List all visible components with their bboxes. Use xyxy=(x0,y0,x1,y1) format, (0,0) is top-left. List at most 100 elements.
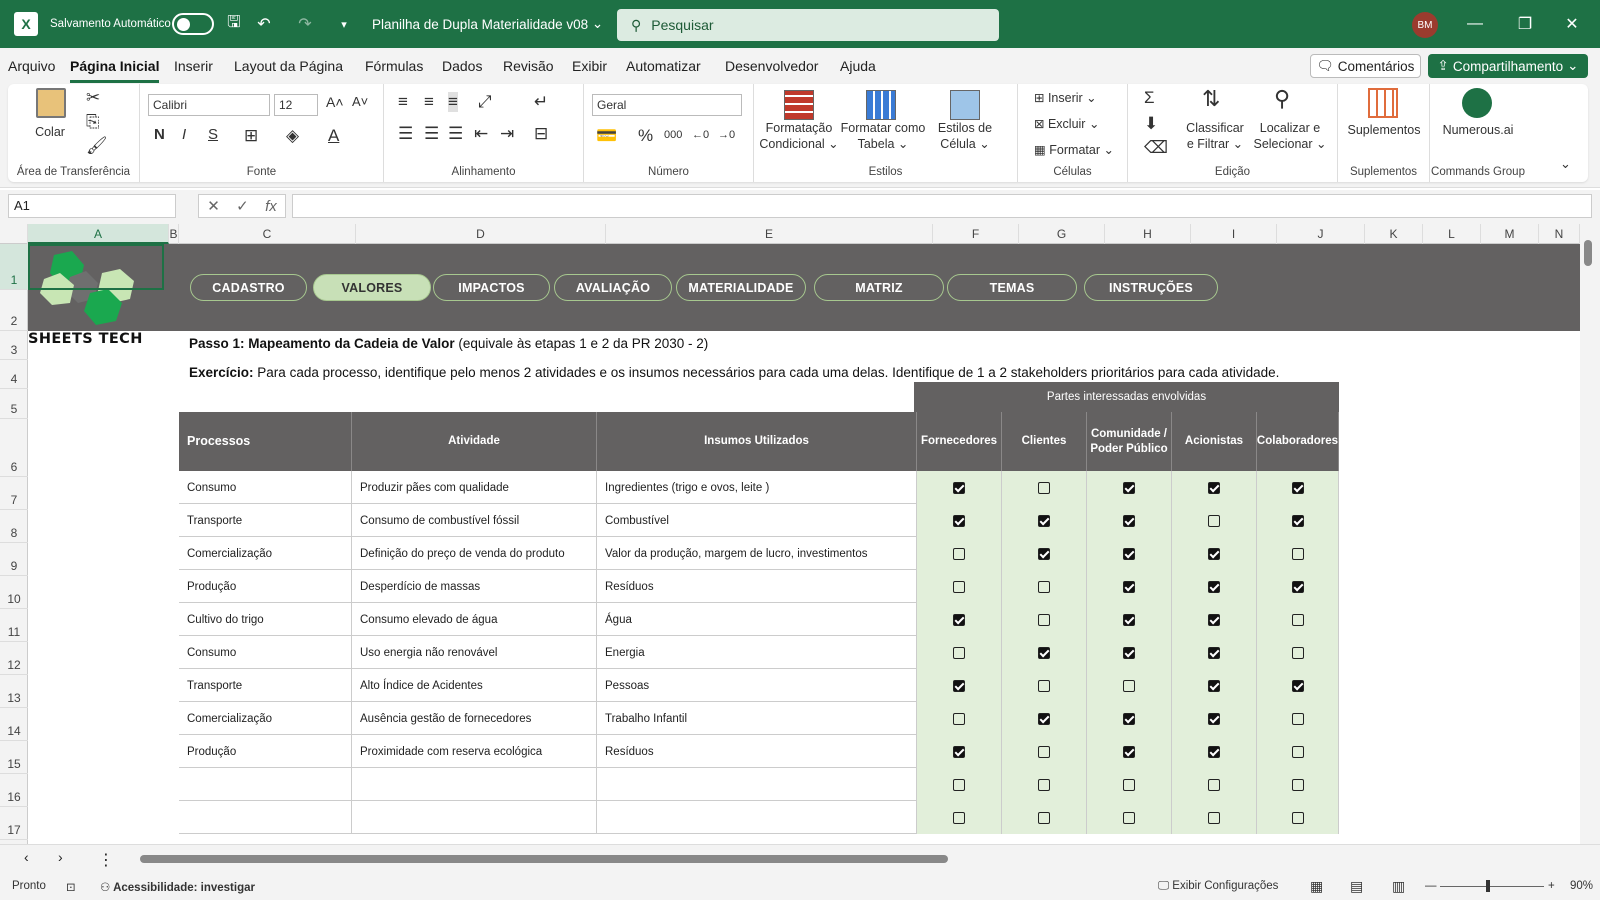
align-bottom-icon[interactable]: ≡ xyxy=(448,92,458,112)
normal-view-icon[interactable]: ▦ xyxy=(1310,878,1323,895)
checkbox-comunidade[interactable] xyxy=(1123,613,1135,626)
menu-arquivo[interactable]: Arquivo xyxy=(8,58,55,74)
align-top-icon[interactable]: ≡ xyxy=(398,92,408,112)
row-header[interactable]: 11 xyxy=(0,609,28,642)
row-header[interactable]: 5 xyxy=(0,389,28,419)
page-layout-icon[interactable]: ▤ xyxy=(1350,878,1363,895)
cell-process[interactable]: Consumo xyxy=(179,471,352,504)
comments-button[interactable]: 🗨 Comentários xyxy=(1310,54,1421,78)
row-header[interactable]: 12 xyxy=(0,642,28,675)
checkbox-clientes[interactable] xyxy=(1038,646,1050,659)
merge-icon[interactable]: ⊟ xyxy=(534,124,548,144)
cell-inputs[interactable] xyxy=(597,801,917,834)
cell-inputs[interactable] xyxy=(597,768,917,801)
checkbox-fornecedores[interactable] xyxy=(953,679,965,692)
nav-tab-valores[interactable]: VALORES xyxy=(313,274,431,301)
insert-cells-button[interactable]: ⊞ Inserir ⌄ xyxy=(1034,90,1097,106)
menu-layout[interactable]: Layout da Página xyxy=(234,58,343,74)
conditional-format-button[interactable]: Formatação Condicional ⌄ xyxy=(754,120,844,152)
column-header[interactable]: F xyxy=(933,224,1019,244)
checkbox-clientes[interactable] xyxy=(1038,580,1050,593)
checkbox-fornecedores[interactable] xyxy=(953,580,965,593)
row-header[interactable]: 8 xyxy=(0,510,28,543)
row-header[interactable]: 15 xyxy=(0,741,28,774)
paste-button[interactable]: Colar xyxy=(28,124,72,140)
percent-icon[interactable]: % xyxy=(638,126,653,146)
checkbox-comunidade[interactable] xyxy=(1123,646,1135,659)
cell-inputs[interactable]: Energia xyxy=(597,636,917,669)
cell-styles-button[interactable]: Estilos de Célula ⌄ xyxy=(930,120,1000,152)
row-header[interactable]: 17 xyxy=(0,807,28,840)
cell-activity[interactable]: Ausência gestão de fornecedores xyxy=(352,702,597,735)
checkbox-acionistas[interactable] xyxy=(1208,547,1220,560)
numerous-button[interactable]: Numerous.ai xyxy=(1430,122,1526,138)
cell-activity[interactable]: Proximidade com reserva ecológica xyxy=(352,735,597,768)
menu-desenvolvedor[interactable]: Desenvolvedor xyxy=(725,58,818,74)
checkbox-colaboradores[interactable] xyxy=(1291,514,1304,527)
currency-icon[interactable]: 💳 xyxy=(596,126,617,146)
checkbox-comunidade[interactable] xyxy=(1123,679,1135,692)
checkbox-comunidade[interactable] xyxy=(1123,745,1135,758)
checkbox-acionistas[interactable] xyxy=(1208,811,1220,824)
row-header[interactable]: 3 xyxy=(0,331,28,360)
checkbox-clientes[interactable] xyxy=(1038,745,1050,758)
paste-icon[interactable] xyxy=(36,88,66,118)
checkbox-colaboradores[interactable] xyxy=(1291,778,1304,791)
checkbox-colaboradores[interactable] xyxy=(1291,481,1304,494)
row-header[interactable]: 1 xyxy=(0,244,28,290)
row-header[interactable]: 13 xyxy=(0,675,28,708)
page-break-icon[interactable]: ▥ xyxy=(1392,878,1405,895)
addins-button[interactable]: Suplementos xyxy=(1340,122,1428,138)
nav-tab-materialidade[interactable]: MATERIALIDADE xyxy=(676,274,806,301)
italic-button[interactable]: I xyxy=(182,126,186,143)
nav-tab-avaliacao[interactable]: AVALIAÇÃO xyxy=(554,274,672,301)
avatar[interactable]: BM xyxy=(1412,12,1438,38)
search-box[interactable]: ⚲ Pesquisar xyxy=(617,9,999,41)
checkbox-colaboradores[interactable] xyxy=(1291,613,1304,626)
increase-font-icon[interactable]: A˄ xyxy=(326,94,344,110)
cell-activity[interactable]: Alto Índice de Acidentes xyxy=(352,669,597,702)
cut-icon[interactable]: ✂ xyxy=(86,88,100,108)
checkbox-clientes[interactable] xyxy=(1038,811,1050,824)
format-cells-button[interactable]: ▦ Formatar ⌄ xyxy=(1034,142,1114,158)
cell-activity[interactable] xyxy=(352,768,597,801)
column-header[interactable]: A xyxy=(28,224,169,244)
cell-inputs[interactable]: Trabalho Infantil xyxy=(597,702,917,735)
checkbox-acionistas[interactable] xyxy=(1208,481,1220,494)
menu-pagina-inicial[interactable]: Página Inicial xyxy=(70,58,160,83)
checkbox-fornecedores[interactable] xyxy=(953,712,965,725)
cell-inputs[interactable]: Combustível xyxy=(597,504,917,537)
menu-inserir[interactable]: Inserir xyxy=(174,58,213,74)
save-icon[interactable]: 🖫 xyxy=(222,12,246,36)
cell-process[interactable]: Comercialização xyxy=(179,537,352,570)
checkbox-colaboradores[interactable] xyxy=(1291,712,1304,725)
checkbox-acionistas[interactable] xyxy=(1208,514,1220,527)
macro-record-icon[interactable]: ⊡ xyxy=(66,880,76,894)
fill-color-icon[interactable]: ◈ xyxy=(286,126,299,146)
checkbox-acionistas[interactable] xyxy=(1208,580,1220,593)
column-header[interactable]: E xyxy=(606,224,933,244)
cell-inputs[interactable]: Água xyxy=(597,603,917,636)
checkbox-fornecedores[interactable] xyxy=(953,646,965,659)
format-painter-icon[interactable]: 🖌 xyxy=(86,136,108,156)
menu-automatizar[interactable]: Automatizar xyxy=(626,58,701,74)
row-header[interactable]: 16 xyxy=(0,774,28,807)
collapse-ribbon-icon[interactable]: ⌄ xyxy=(1560,156,1571,172)
cell-process[interactable]: Transporte xyxy=(179,504,352,537)
name-box[interactable]: A1 xyxy=(8,194,176,218)
cancel-icon[interactable]: ✕ xyxy=(207,197,220,215)
row-header[interactable]: 2 xyxy=(0,290,28,331)
checkbox-fornecedores[interactable] xyxy=(953,481,965,494)
zoom-in-icon[interactable]: + xyxy=(1548,880,1555,892)
menu-formulas[interactable]: Fórmulas xyxy=(365,58,423,74)
cell-process[interactable]: Consumo xyxy=(179,636,352,669)
align-center-icon[interactable]: ☰ xyxy=(424,124,439,144)
column-header[interactable]: N xyxy=(1539,224,1580,244)
nav-tab-temas[interactable]: TEMAS xyxy=(947,274,1077,301)
checkbox-acionistas[interactable] xyxy=(1208,679,1220,692)
zoom-slider[interactable] xyxy=(1440,886,1544,887)
sort-filter-button[interactable]: Classificar e Filtrar ⌄ xyxy=(1180,120,1250,152)
cell-inputs[interactable]: Pessoas xyxy=(597,669,917,702)
cell-inputs[interactable]: Resíduos xyxy=(597,735,917,768)
checkbox-acionistas[interactable] xyxy=(1208,613,1220,626)
